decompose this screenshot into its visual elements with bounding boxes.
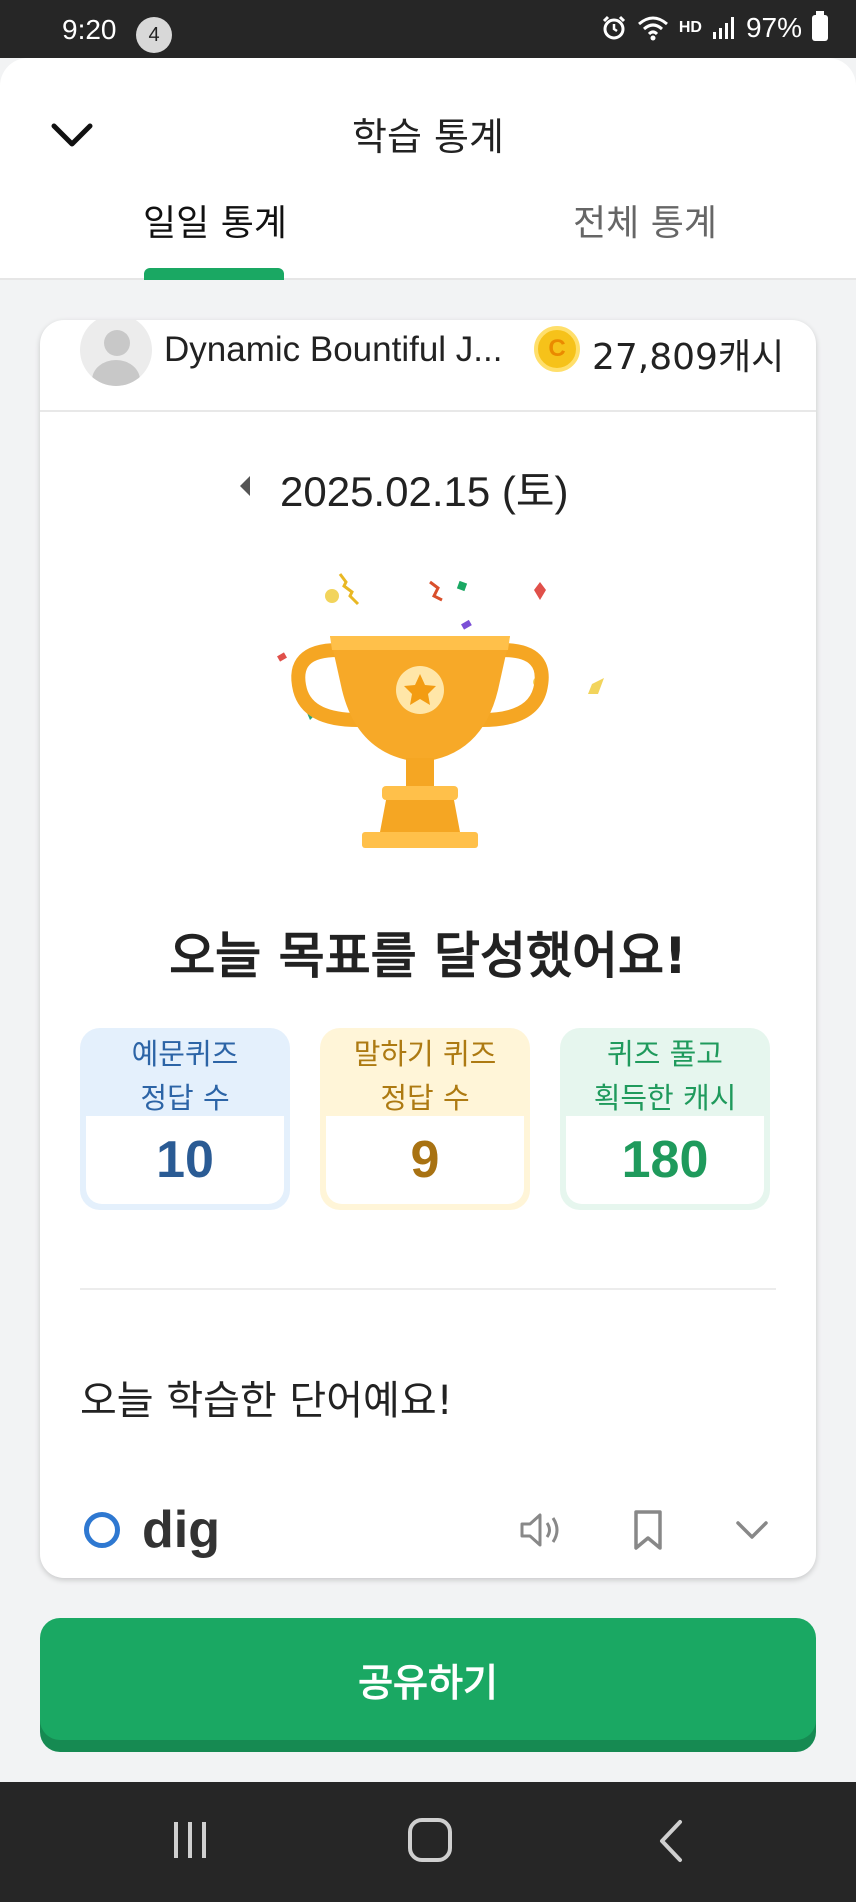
battery-icon [812, 11, 828, 41]
system-nav-bar [0, 1782, 856, 1902]
stat-value: 9 [326, 1116, 524, 1204]
bookmark-icon[interactable] [628, 1506, 668, 1554]
notification-count-badge: 4 [136, 17, 172, 53]
date-selector: 2025.02.15 (토) [40, 458, 816, 518]
signal-icon [712, 17, 734, 39]
profile-row: Dynamic Bountiful J... C 27,809캐시 [40, 320, 816, 412]
status-indicators: HD 97% [601, 11, 828, 44]
speaker-icon[interactable] [516, 1506, 566, 1554]
share-button[interactable]: 공유하기 [40, 1618, 816, 1740]
coin-icon: C [534, 326, 580, 372]
stat-value: 10 [86, 1116, 284, 1204]
status-time: 9:20 [62, 14, 117, 45]
previous-date-icon[interactable] [240, 476, 250, 496]
recent-apps-icon[interactable] [170, 1820, 210, 1860]
tab-daily-stats[interactable]: 일일 통계 [120, 194, 310, 246]
stat-earned-cash: 퀴즈 풀고 획득한 캐시 180 [560, 1028, 770, 1210]
words-heading: 오늘 학습한 단어예요! [80, 1378, 453, 1424]
chevron-down-icon[interactable] [730, 1510, 774, 1550]
stat-example-quiz: 예문퀴즈 정답 수 10 [80, 1028, 290, 1210]
stat-speaking-quiz: 말하기 퀴즈 정답 수 9 [320, 1028, 530, 1210]
page-title: 학습 통계 [352, 115, 504, 159]
stat-label-line2: 획득한 캐시 [593, 1081, 737, 1115]
trophy-icon [277, 573, 604, 848]
header: 학습 통계 일일 통계 전체 통계 [0, 58, 856, 280]
stat-value: 180 [566, 1116, 764, 1204]
stat-label-line1: 예문퀴즈 [131, 1037, 239, 1071]
back-icon[interactable] [654, 1818, 686, 1864]
date-label: 2025.02.15 (토) [280, 468, 569, 515]
stat-label-line1: 퀴즈 풀고 [607, 1037, 723, 1071]
stat-label-line1: 말하기 퀴즈 [353, 1037, 497, 1071]
user-name: Dynamic Bountiful J... [164, 330, 503, 369]
battery-percent: 97% [745, 12, 802, 43]
stat-label-line2: 정답 수 [380, 1081, 470, 1115]
circle-status-icon [84, 1512, 120, 1548]
divider [80, 1288, 776, 1290]
word-text: dig [142, 1501, 220, 1559]
wifi-icon [637, 16, 668, 41]
hd-voice-icon: HD [678, 19, 702, 36]
active-tab-indicator [144, 268, 284, 280]
alarm-icon [602, 15, 625, 40]
goal-message: 오늘 목표를 달성했어요! [169, 927, 687, 985]
tab-overall-stats[interactable]: 전체 통계 [550, 194, 740, 246]
status-bar: 9:20 4 HD 97% [0, 0, 856, 58]
stat-label-line2: 정답 수 [140, 1081, 230, 1115]
cash-amount: 27,809캐시 [592, 337, 785, 378]
stats-card: Dynamic Bountiful J... C 27,809캐시 2025.0… [40, 320, 816, 1578]
word-list-item[interactable]: dig [40, 1500, 816, 1578]
home-icon[interactable] [408, 1818, 452, 1862]
avatar [80, 320, 152, 386]
